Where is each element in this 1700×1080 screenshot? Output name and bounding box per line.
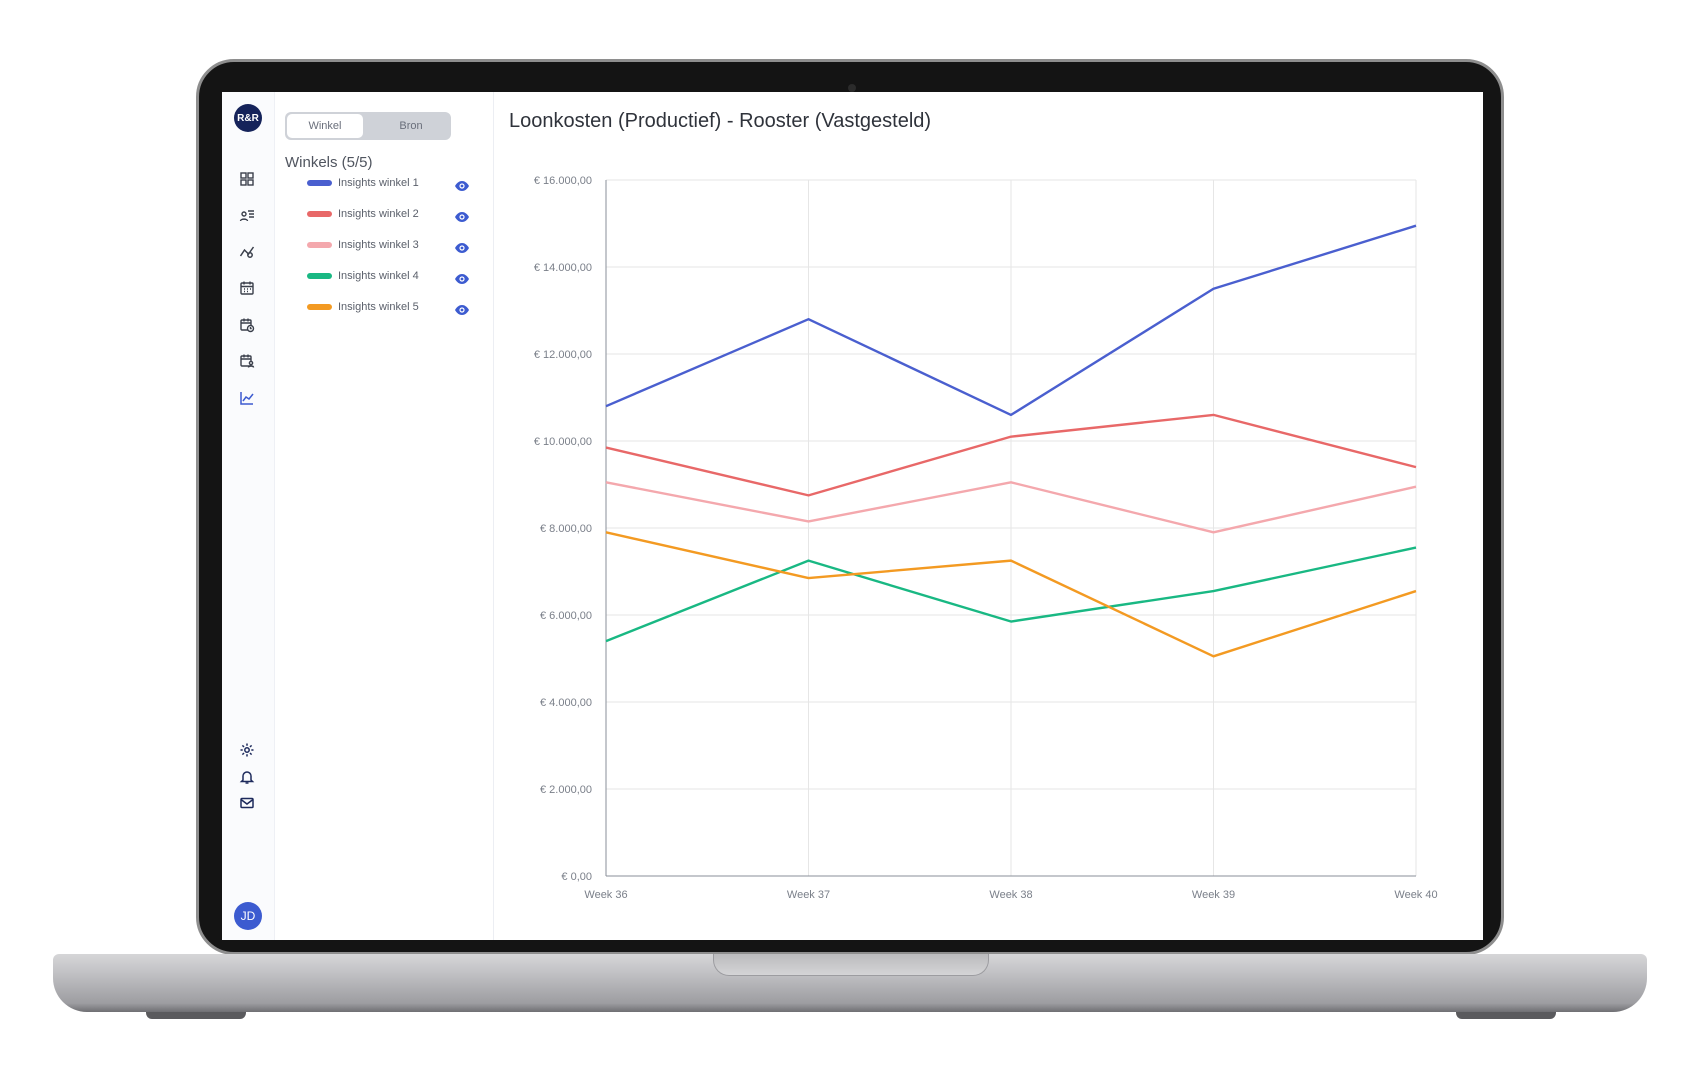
laptop-foot-left [146, 1012, 246, 1019]
x-tick-label: Week 36 [584, 889, 627, 901]
x-tick-label: Week 38 [989, 889, 1032, 901]
y-tick-label: € 6.000,00 [540, 610, 592, 622]
y-tick-label: € 8.000,00 [540, 523, 592, 535]
y-tick-label: € 10.000,00 [534, 436, 592, 448]
x-tick-label: Week 39 [1192, 889, 1235, 901]
x-tick-label: Week 40 [1394, 889, 1437, 901]
laptop-notch [713, 954, 989, 976]
y-tick-label: € 2.000,00 [540, 784, 592, 796]
camera-icon [848, 84, 856, 92]
x-tick-label: Week 37 [787, 889, 830, 901]
app-screen: R&R JD Winkel Bron Winkels (5/5) Insight… [222, 92, 1483, 940]
y-tick-label: € 0,00 [561, 871, 592, 883]
laptop-foot-right [1456, 1012, 1556, 1019]
y-tick-label: € 14.000,00 [534, 262, 592, 274]
line-chart: € 0,00 € 2.000,00 € 4.000,00 € 6.000,00 € 8.… [534, 175, 1438, 901]
y-tick-label: € 4.000,00 [540, 697, 592, 709]
y-tick-label: € 12.000,00 [534, 349, 592, 361]
y-tick-label: € 16.000,00 [534, 175, 592, 187]
